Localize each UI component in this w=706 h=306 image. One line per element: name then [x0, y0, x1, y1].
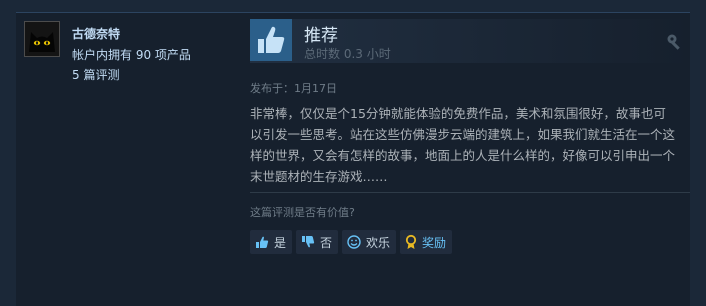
award-label: 奖励 [422, 235, 447, 250]
thumbs-down-icon [302, 236, 315, 248]
thumbs-up-icon [258, 26, 285, 53]
vote-buttons: 是 否 欢乐 奖励 [250, 230, 453, 254]
helpful-question: 这篇评测是否有价值? [250, 206, 355, 219]
thumbs-up-badge [250, 19, 292, 61]
reviewer-reviews-count[interactable]: 5 篇评测 [72, 66, 119, 83]
vote-yes-label: 是 [274, 235, 287, 250]
award-ribbon-icon [405, 234, 417, 249]
divider [250, 192, 690, 193]
reviewer-avatar[interactable] [24, 21, 60, 57]
settings-icon[interactable] [666, 33, 684, 51]
playtime: 总时数 0.3 小时 [304, 47, 391, 61]
vote-no-label: 否 [320, 235, 333, 250]
vote-yes-button[interactable]: 是 [250, 230, 293, 254]
smiley-icon [347, 235, 361, 249]
recommendation-title[interactable]: 推荐 [304, 21, 338, 46]
vote-no-button[interactable]: 否 [296, 230, 339, 254]
reviewer-games-owned[interactable]: 帐户内拥有 90 项产品 [72, 46, 191, 63]
vote-funny-label: 欢乐 [366, 235, 391, 250]
review-content: 推荐 总时数 0.3 小时 发布于：1月17日 非常棒，仅仅是个15分钟就能体验… [250, 13, 690, 306]
reviewer-name[interactable]: 古德奈特 [72, 25, 120, 42]
thumbs-up-icon [256, 236, 269, 248]
review-header: 推荐 总时数 0.3 小时 [250, 19, 690, 63]
posted-date: 发布于：1月17日 [250, 82, 337, 95]
award-button[interactable]: 奖励 [400, 230, 453, 254]
black-cat-avatar-icon [25, 22, 59, 56]
vote-funny-button[interactable]: 欢乐 [342, 230, 397, 254]
review-text: 非常棒，仅仅是个15分钟就能体验的免费作品，美术和氛围很好，故事也可以引发一些思… [250, 106, 676, 184]
review-card: 古德奈特 帐户内拥有 90 项产品 5 篇评测 推荐 总时数 0.3 小时 发布… [16, 12, 690, 306]
